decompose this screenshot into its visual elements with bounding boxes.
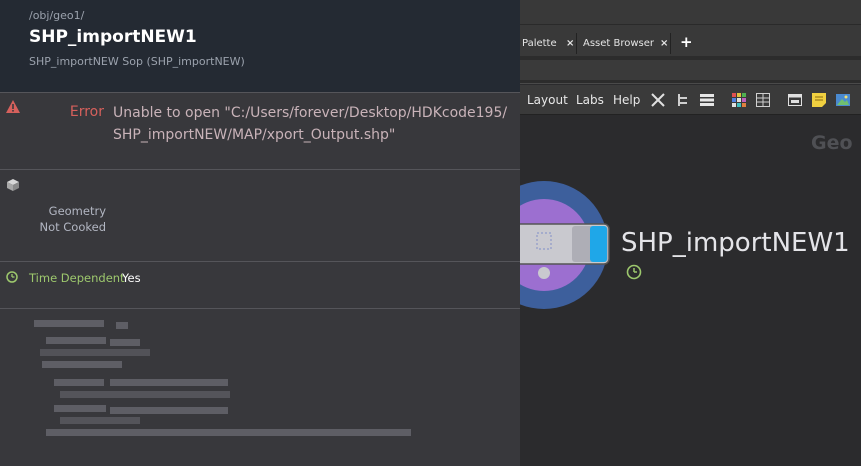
node-output-connector[interactable] — [538, 267, 550, 279]
divider — [576, 33, 577, 54]
houdini-window: /obj/geo1/ SHP_importNEW1 SHP_importNEW … — [0, 0, 861, 466]
table-icon[interactable] — [755, 92, 771, 108]
menu-labs[interactable]: Labs — [576, 93, 604, 107]
geometry-status: Not Cooked — [39, 220, 106, 234]
error-message-line: Unable to open "C:/Users/forever/Desktop… — [113, 105, 508, 121]
redacted-block — [42, 361, 122, 368]
clock-icon — [6, 271, 18, 283]
network-editor-pane: Palette × Asset Browser × + Layout Labs … — [520, 0, 861, 466]
redacted-block — [110, 379, 228, 386]
redacted-block — [46, 429, 411, 436]
tab-palette[interactable]: Palette — [522, 33, 557, 54]
add-tab-button[interactable]: + — [680, 32, 693, 53]
window-icon[interactable] — [787, 92, 803, 108]
redacted-block — [54, 379, 104, 386]
geometry-label: Geometry — [48, 204, 106, 218]
image-icon[interactable] — [835, 92, 851, 108]
path-bar — [520, 56, 861, 84]
warning-icon — [6, 100, 20, 113]
path-field[interactable] — [520, 60, 861, 80]
info-header: /obj/geo1/ SHP_importNEW1 SHP_importNEW … — [0, 0, 520, 92]
divider — [520, 24, 861, 25]
pixelated-redacted-content — [30, 315, 420, 445]
redacted-block — [116, 322, 128, 329]
geometry-cube-icon — [7, 179, 19, 191]
divider — [0, 261, 520, 262]
grid-icon[interactable] — [731, 92, 747, 108]
time-dependent-clock-icon — [626, 264, 642, 280]
node-title: SHP_importNEW1 — [29, 27, 197, 47]
node-type-subtitle: SHP_importNEW Sop (SHP_importNEW) — [29, 55, 245, 68]
redacted-block — [54, 405, 106, 412]
redacted-block — [46, 337, 106, 344]
tree-icon[interactable] — [675, 92, 691, 108]
menu-layout[interactable]: Layout — [527, 93, 568, 107]
tab-asset-browser[interactable]: Asset Browser — [583, 33, 654, 54]
sop-node[interactable] — [520, 175, 620, 315]
menu-help[interactable]: Help — [613, 93, 640, 107]
context-label: Geo — [811, 132, 853, 154]
node-display-flag[interactable] — [590, 226, 607, 262]
wrench-icon[interactable] — [650, 92, 666, 108]
divider — [0, 169, 520, 170]
divider — [0, 308, 520, 309]
redacted-block — [34, 320, 104, 327]
time-dependent-value: Yes — [122, 271, 141, 285]
redacted-block — [60, 391, 230, 398]
list-icon[interactable] — [699, 92, 715, 108]
sticky-note-icon[interactable] — [811, 92, 827, 108]
tab-palette-close-icon[interactable]: × — [566, 33, 574, 54]
error-message-line: SHP_importNEW/MAP/xport_Output.shp" — [113, 127, 396, 143]
node-name-label: SHP_importNEW1 — [621, 228, 850, 258]
divider — [670, 33, 671, 54]
redacted-block — [110, 339, 140, 346]
pane-tab-bar: Palette × Asset Browser × + — [520, 0, 861, 56]
error-label: Error — [69, 104, 104, 120]
node-info-panel: /obj/geo1/ SHP_importNEW1 SHP_importNEW … — [0, 0, 520, 466]
redacted-block — [60, 417, 140, 424]
time-dependent-label: Time Dependent — [29, 271, 125, 285]
node-path: /obj/geo1/ — [29, 9, 85, 22]
divider — [0, 92, 520, 93]
error-message: Unable to open "C:/Users/forever/Desktop… — [113, 102, 513, 146]
tab-asset-browser-close-icon[interactable]: × — [660, 33, 668, 54]
redacted-block — [40, 349, 150, 356]
redacted-block — [110, 407, 228, 414]
